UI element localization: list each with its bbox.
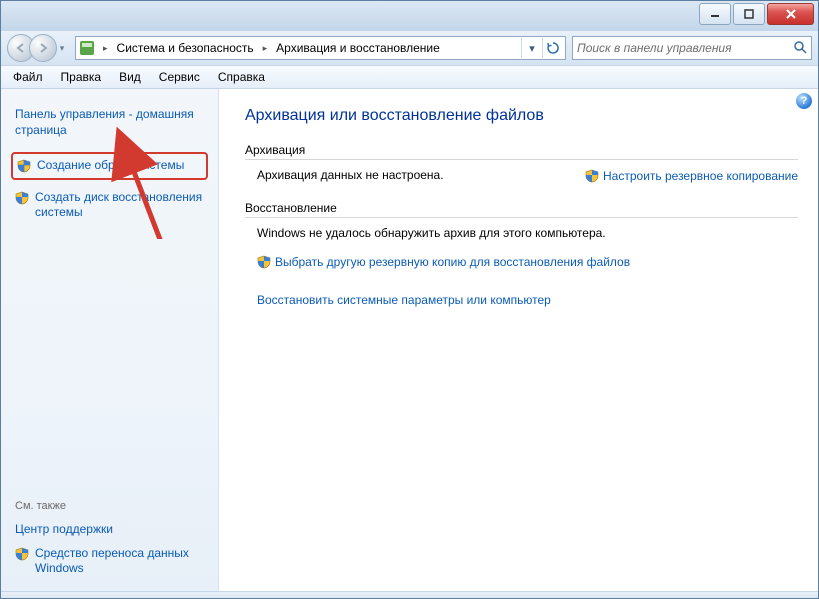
arrow-left-icon	[15, 42, 27, 54]
sidebar-see-also-heading: См. также	[11, 498, 208, 518]
restore-status-text: Windows не удалось обнаружить архив для …	[257, 226, 798, 240]
nav-arrows: ▾	[7, 34, 69, 62]
arrow-right-icon	[37, 42, 49, 54]
help-button[interactable]: ?	[796, 93, 812, 109]
sidebar-action-center[interactable]: Центр поддержки	[11, 518, 208, 542]
sidebar-create-repair-disc[interactable]: Создать диск восстановления системы	[11, 186, 208, 225]
search-input[interactable]: Поиск в панели управления	[572, 36, 812, 60]
sidebar-home-label: Панель управления - домашняя страница	[15, 107, 206, 138]
page-title: Архивация или восстановление файлов	[245, 107, 798, 125]
refresh-button[interactable]	[542, 38, 563, 58]
titlebar	[1, 1, 818, 31]
restore-system-label: Восстановить системные параметры или ком…	[257, 293, 551, 307]
body: Панель управления - домашняя страница Со…	[1, 89, 818, 591]
chevron-right-icon: ▸	[260, 43, 271, 54]
close-button[interactable]	[767, 3, 814, 25]
minimize-icon	[710, 9, 720, 19]
search-placeholder: Поиск в панели управления	[577, 41, 732, 55]
minimize-button[interactable]	[699, 3, 731, 25]
breadcrumb-level1[interactable]: Система и безопасность	[115, 41, 256, 55]
shield-icon	[17, 159, 31, 173]
sidebar-create-system-image[interactable]: Создание образа системы	[11, 152, 208, 180]
menu-help[interactable]: Справка	[210, 68, 273, 86]
close-icon	[786, 9, 796, 19]
shield-icon	[585, 169, 599, 183]
menu-tools[interactable]: Сервис	[151, 68, 208, 86]
menu-view[interactable]: Вид	[111, 68, 149, 86]
control-panel-icon	[78, 39, 96, 57]
address-bar[interactable]: ▸ Система и безопасность ▸ Архивация и в…	[75, 36, 566, 60]
sidebar-create-image-label: Создание образа системы	[37, 158, 184, 174]
choose-other-backup-link[interactable]: Выбрать другую резервную копию для восст…	[257, 254, 798, 269]
shield-icon	[257, 255, 271, 269]
setup-backup-link[interactable]: Настроить резервное копирование	[585, 168, 798, 183]
sidebar-create-disc-label: Создать диск восстановления системы	[35, 190, 206, 221]
search-icon	[793, 40, 807, 57]
menu-file[interactable]: Файл	[5, 68, 51, 86]
nav-history-dropdown[interactable]: ▾	[55, 41, 69, 55]
shield-icon	[15, 547, 29, 561]
choose-other-backup-label: Выбрать другую резервную копию для восст…	[275, 255, 630, 269]
statusbar	[1, 591, 818, 598]
backup-section-heading: Архивация	[245, 143, 798, 160]
restore-section-heading: Восстановление	[245, 201, 798, 218]
side-pane: Панель управления - домашняя страница Со…	[1, 89, 219, 591]
sidebar-easy-transfer[interactable]: Средство переноса данных Windows	[11, 542, 208, 581]
maximize-icon	[744, 9, 754, 19]
navbar: ▾ ▸ Система и безопасность ▸ Архивация и…	[1, 31, 818, 65]
control-panel-window: ▾ ▸ Система и безопасность ▸ Архивация и…	[0, 0, 819, 599]
maximize-button[interactable]	[733, 3, 765, 25]
refresh-icon	[547, 42, 559, 54]
nav-forward-button[interactable]	[29, 34, 57, 62]
sidebar-home-link[interactable]: Панель управления - домашняя страница	[11, 103, 208, 142]
sidebar-action-center-label: Центр поддержки	[15, 522, 113, 538]
menubar: Файл Правка Вид Сервис Справка	[1, 65, 818, 89]
setup-backup-label: Настроить резервное копирование	[603, 169, 798, 183]
sidebar-easy-transfer-label: Средство переноса данных Windows	[35, 546, 206, 577]
chevron-right-icon: ▸	[100, 43, 111, 54]
backup-status-text: Архивация данных не настроена.	[257, 168, 444, 182]
address-dropdown-button[interactable]: ▾	[521, 38, 542, 58]
breadcrumb-level2[interactable]: Архивация и восстановление	[274, 41, 442, 55]
restore-system-link[interactable]: Восстановить системные параметры или ком…	[257, 293, 798, 307]
main-pane: ? Архивация или восстановление файлов Ар…	[219, 89, 818, 591]
menu-edit[interactable]: Правка	[53, 68, 110, 86]
shield-icon	[15, 191, 29, 205]
